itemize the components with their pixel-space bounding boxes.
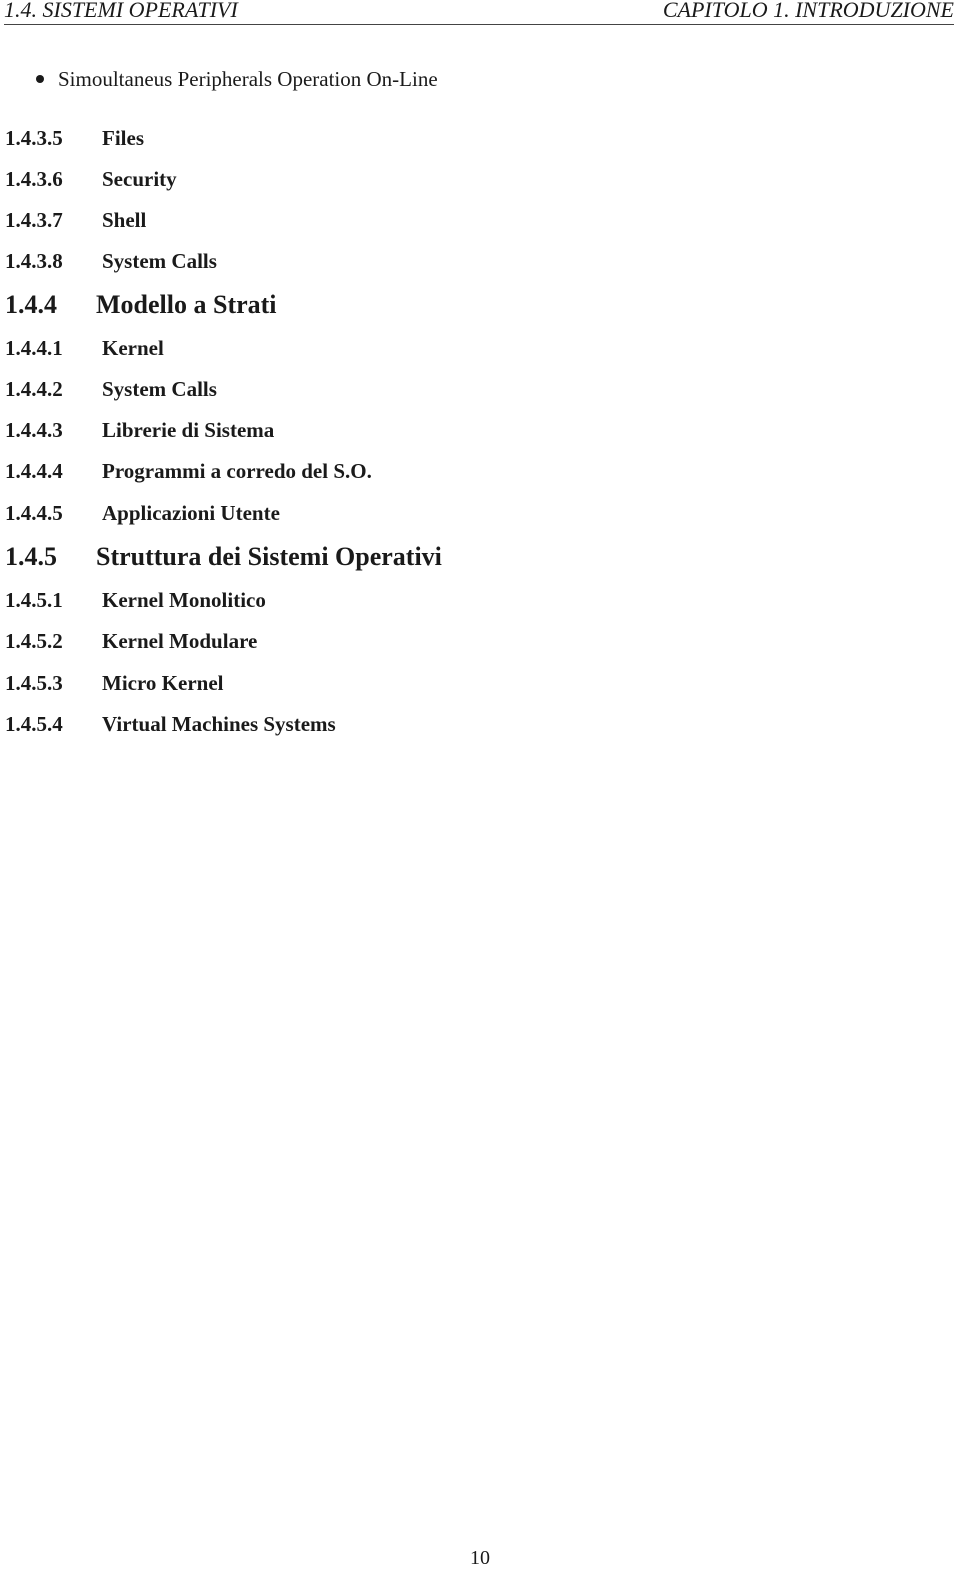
section-number: 1.4.4.1 — [5, 336, 63, 360]
section-heading: 1.4.4.2 System Calls — [5, 377, 217, 401]
section-number: 1.4.4.3 — [5, 418, 63, 442]
section-number: 1.4.4.5 — [5, 501, 63, 525]
bullet-icon — [36, 75, 44, 84]
section-title: Programmi a corredo del S.O. — [102, 459, 372, 483]
section-title: Kernel Monolitico — [102, 588, 266, 612]
subsection-heading: 1.4.5 Struttura dei Sistemi Operativi — [5, 543, 442, 571]
section-heading: 1.4.3.7 Shell — [5, 208, 146, 232]
section-title: Applicazioni Utente — [102, 501, 280, 525]
section-number: 1.4.3.5 — [5, 126, 63, 150]
subsection-heading: 1.4.4 Modello a Strati — [5, 291, 277, 319]
section-number: 1.4.4.2 — [5, 377, 63, 401]
bullet-list-item: Simoultaneus Peripherals Operation On-Li… — [36, 67, 438, 91]
section-title: Shell — [102, 208, 147, 232]
section-number: 1.4.4 — [5, 290, 57, 319]
section-heading: 1.4.4.5 Applicazioni Utente — [5, 501, 280, 525]
page-number: 10 — [470, 1547, 490, 1569]
bullet-text: Simoultaneus Peripherals Operation On-Li… — [58, 67, 438, 91]
header-chapter-title: CAPITOLO 1. INTRODUZIONE — [662, 0, 954, 22]
section-number: 1.4.5 — [5, 542, 57, 571]
section-number: 1.4.5.3 — [5, 671, 63, 695]
section-title: Struttura dei Sistemi Operativi — [96, 542, 442, 571]
section-title: Kernel Modulare — [102, 629, 258, 653]
section-title: Modello a Strati — [96, 290, 277, 319]
section-title: Micro Kernel — [102, 671, 224, 695]
running-header: 1.4. SISTEMI OPERATIVI CAPITOLO 1. INTRO… — [4, 0, 954, 25]
section-number: 1.4.3.7 — [5, 208, 63, 232]
section-number: 1.4.5.4 — [5, 712, 63, 736]
section-number: 1.4.5.2 — [5, 629, 63, 653]
section-number: 1.4.3.6 — [5, 167, 63, 191]
section-title: System Calls — [102, 249, 217, 273]
section-heading: 1.4.5.3 Micro Kernel — [5, 671, 223, 695]
section-title: Librerie di Sistema — [102, 418, 275, 442]
section-heading: 1.4.5.2 Kernel Modulare — [5, 629, 257, 653]
section-heading: 1.4.4.1 Kernel — [5, 336, 164, 360]
section-heading: 1.4.4.3 Librerie di Sistema — [5, 418, 274, 442]
section-heading: 1.4.3.6 Security — [5, 167, 177, 191]
header-section-title: 1.4. SISTEMI OPERATIVI — [4, 0, 238, 22]
section-title: System Calls — [102, 377, 217, 401]
section-heading: 1.4.5.1 Kernel Monolitico — [5, 588, 266, 612]
section-number: 1.4.3.8 — [5, 249, 63, 273]
section-heading: 1.4.5.4 Virtual Machines Systems — [5, 712, 336, 736]
section-heading: 1.4.4.4 Programmi a corredo del S.O. — [5, 459, 372, 483]
section-title: Files — [102, 126, 144, 150]
section-number: 1.4.5.1 — [5, 588, 63, 612]
section-number: 1.4.4.4 — [5, 459, 63, 483]
section-title: Kernel — [102, 336, 164, 360]
section-heading: 1.4.3.8 System Calls — [5, 249, 217, 273]
section-title: Virtual Machines Systems — [102, 712, 336, 736]
section-title: Security — [102, 167, 177, 191]
section-heading: 1.4.3.5 Files — [5, 126, 144, 150]
